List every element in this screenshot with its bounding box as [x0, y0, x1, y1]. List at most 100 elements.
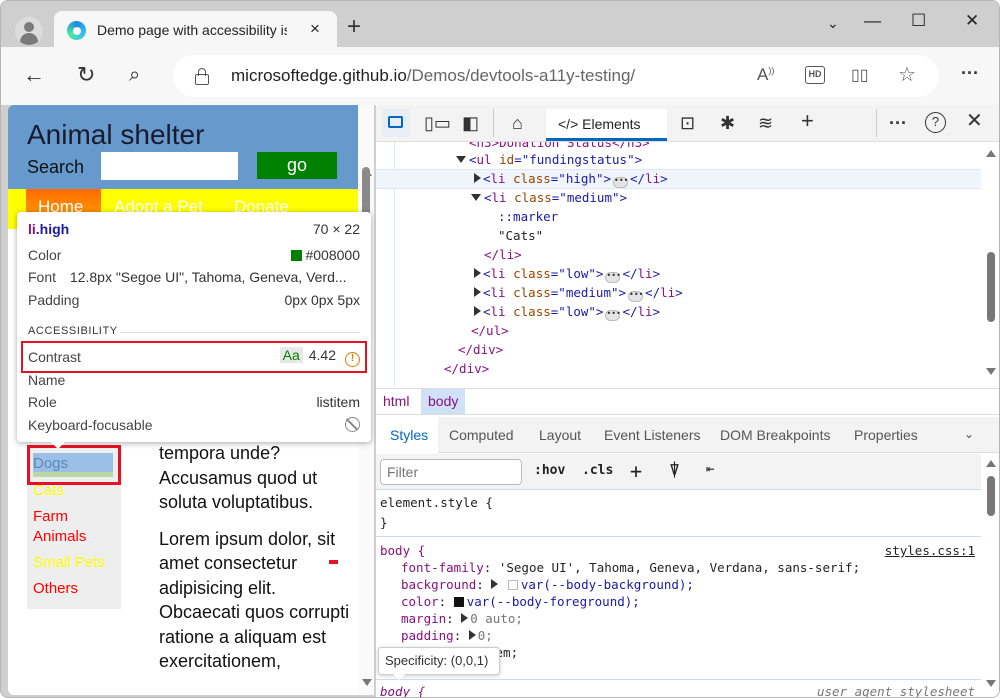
ellipsis-icon[interactable]: •••: [605, 310, 621, 321]
lock-icon[interactable]: [195, 68, 209, 85]
favorite-star-icon[interactable]: ☆: [898, 62, 916, 87]
dom-line-li-medium[interactable]: <li class="medium">: [471, 188, 627, 207]
ua-rule-selector[interactable]: body {: [380, 683, 425, 697]
body-rule-selector[interactable]: body {: [380, 542, 425, 559]
expand-triangle-icon[interactable]: [468, 630, 476, 640]
dom-line-li-medium-2[interactable]: <li class="medium"> ••• </li>: [474, 283, 683, 302]
dom-line-close-li[interactable]: </li>: [484, 245, 522, 264]
style-prop-background[interactable]: background: var(--body-background);: [401, 576, 694, 593]
scroll-up-icon[interactable]: [986, 150, 996, 157]
dom-line-marker[interactable]: ::marker: [498, 207, 558, 226]
read-aloud-icon[interactable]: A)): [757, 65, 774, 85]
welcome-home-icon[interactable]: ⌂: [512, 113, 523, 133]
styles-scroll-thumb[interactable]: [987, 476, 995, 516]
specificity-tooltip: Specificity: (0,0,1): [378, 647, 500, 680]
sidebar-item-others[interactable]: Others: [33, 579, 78, 599]
expand-triangle-icon[interactable]: [491, 579, 499, 589]
color-swatch-icon[interactable]: [507, 580, 518, 590]
sidebar-item-small-pets[interactable]: Small Pets: [33, 553, 105, 573]
new-rule-plus-icon[interactable]: +: [630, 459, 642, 483]
scroll-down-icon[interactable]: [986, 368, 996, 375]
collapse-triangle-icon[interactable]: [474, 287, 481, 297]
breadcrumb-html[interactable]: html: [376, 389, 416, 414]
sources-bug-icon[interactable]: ✱: [720, 113, 735, 133]
dock-icon[interactable]: ◧: [462, 113, 479, 133]
hov-button[interactable]: :hov: [534, 463, 565, 478]
styles-source-link[interactable]: styles.css:1: [885, 542, 975, 559]
browser-tab[interactable]: Demo page with accessibility issues ×: [54, 11, 337, 49]
tab-styles[interactable]: Styles: [390, 427, 428, 443]
search-input[interactable]: [101, 152, 238, 180]
element-style-rule[interactable]: element.style {: [380, 494, 493, 511]
tab-computed[interactable]: Computed: [449, 427, 514, 443]
tab-elements[interactable]: </> Elements: [546, 109, 667, 141]
close-devtools-icon[interactable]: ✕: [966, 111, 983, 131]
style-prop-margin[interactable]: margin: 0 auto;: [401, 610, 523, 627]
style-prop-padding[interactable]: padding: 0;: [401, 627, 493, 644]
color-swatch-icon[interactable]: [453, 597, 464, 607]
tab-event-listeners[interactable]: Event Listeners: [604, 427, 701, 443]
ellipsis-icon[interactable]: •••: [628, 291, 644, 302]
toggle-sidebar-icon[interactable]: ⇤: [706, 461, 714, 477]
url-text[interactable]: microsoftedge.github.io/Demos/devtools-a…: [231, 66, 635, 86]
dom-scroll-thumb[interactable]: [987, 252, 995, 322]
inspect-icon[interactable]: [382, 109, 410, 137]
scroll-down-icon[interactable]: [986, 680, 996, 687]
tab-dom-breakpoints[interactable]: DOM Breakpoints: [720, 427, 830, 443]
more-tools-plus-icon[interactable]: +: [801, 110, 814, 132]
back-button[interactable]: ←: [23, 63, 45, 87]
chevron-down-icon[interactable]: ⌄: [964, 427, 974, 441]
breadcrumb-body[interactable]: body: [421, 389, 466, 414]
cls-button[interactable]: .cls: [582, 463, 613, 478]
go-button[interactable]: go: [257, 152, 337, 179]
device-emulation-icon[interactable]: ▯▭: [424, 113, 451, 133]
search-button[interactable]: ⌕: [129, 63, 140, 87]
dom-line-li-high[interactable]: <li class="high"> ••• </li>: [474, 169, 668, 188]
dom-line-li-low-2[interactable]: <li class="low"> ••• </li>: [474, 302, 660, 321]
expand-triangle-icon[interactable]: [456, 156, 466, 163]
more-options-icon[interactable]: ···: [889, 113, 907, 133]
tab-list-button[interactable]: ⌄: [827, 15, 839, 32]
sidebar-item-farm-animals[interactable]: Farm Animals: [33, 507, 103, 547]
dom-line-ul[interactable]: <ul id="fundingstatus">: [456, 150, 642, 169]
address-bar[interactable]: microsoftedge.github.io/Demos/devtools-a…: [173, 55, 939, 97]
dom-scrollbar[interactable]: [981, 142, 999, 386]
scroll-down-icon[interactable]: [362, 679, 372, 686]
console-icon[interactable]: ⊡: [680, 113, 695, 133]
styles-scrollbar[interactable]: [981, 454, 999, 697]
collapse-triangle-icon[interactable]: [474, 268, 481, 278]
dom-line-li-low[interactable]: <li class="low"> ••• </li>: [474, 264, 660, 283]
tab-layout[interactable]: Layout: [539, 427, 581, 443]
styles-filter-input[interactable]: [380, 459, 522, 485]
popup-selector: li.high: [28, 221, 70, 237]
minimize-button[interactable]: —: [864, 11, 881, 31]
network-wifi-icon[interactable]: ≋: [758, 113, 773, 133]
collapse-triangle-icon[interactable]: [474, 306, 481, 316]
style-prop-color[interactable]: color: var(--body-foreground);: [401, 593, 640, 610]
ellipsis-icon[interactable]: •••: [605, 272, 621, 283]
tab-properties[interactable]: Properties: [854, 427, 918, 443]
help-icon[interactable]: ?: [925, 112, 946, 133]
settings-more-button[interactable]: ···: [961, 61, 979, 85]
maximize-button[interactable]: ☐: [911, 11, 926, 31]
ellipsis-icon[interactable]: •••: [613, 177, 628, 188]
collapse-triangle-icon[interactable]: [474, 173, 481, 183]
hd-icon[interactable]: HD: [805, 66, 825, 84]
tab-close-icon[interactable]: ×: [310, 19, 320, 39]
name-label: Name: [28, 372, 66, 388]
dom-line-close-ul[interactable]: </ul>: [471, 321, 509, 340]
scroll-up-icon[interactable]: [986, 460, 996, 467]
article-paragraph: Lorem ipsum dolor, sit amet consectetur …: [159, 528, 350, 672]
dom-line-close-div[interactable]: </div>: [444, 359, 489, 378]
dom-line-close-div[interactable]: </div>: [458, 340, 503, 359]
style-prop-font-family[interactable]: font-family: 'Segoe UI', Tahoma, Geneva,…: [401, 559, 860, 576]
expand-triangle-icon[interactable]: [471, 194, 481, 201]
refresh-button[interactable]: ↻: [77, 63, 95, 87]
immersive-reader-icon[interactable]: ▯▯: [851, 65, 869, 85]
new-tab-button[interactable]: +: [347, 15, 361, 39]
expand-triangle-icon[interactable]: [461, 613, 469, 623]
close-window-button[interactable]: ✕: [965, 11, 979, 31]
paint-brush-icon[interactable]: ⍒: [670, 461, 679, 479]
dom-line-text[interactable]: "Cats": [498, 226, 543, 245]
profile-avatar[interactable]: [15, 17, 43, 45]
